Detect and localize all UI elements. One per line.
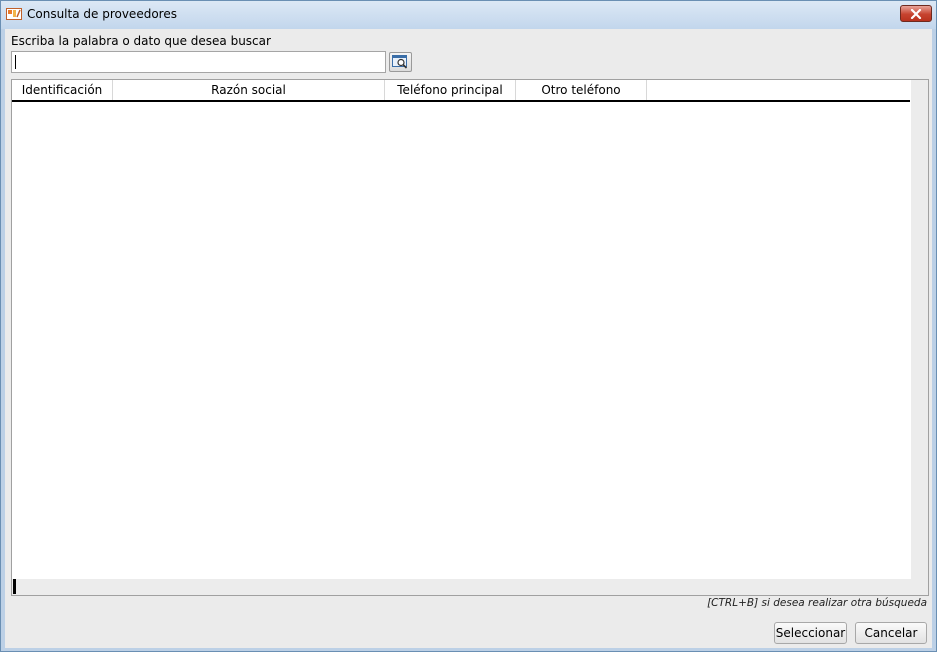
close-icon (910, 8, 922, 19)
row-indicator (13, 579, 16, 594)
results-table[interactable]: Identificación Razón social Teléfono pri… (11, 79, 929, 596)
vertical-scrollbar[interactable] (911, 80, 928, 595)
column-header-identificacion[interactable]: Identificación (12, 80, 113, 100)
dialog-window: Consulta de proveedores Escriba la palab… (0, 0, 937, 652)
search-button[interactable] (389, 52, 412, 72)
search-window-icon (392, 55, 408, 69)
select-button[interactable]: Seleccionar (774, 622, 847, 644)
cancel-button[interactable]: Cancelar (855, 622, 927, 644)
column-header-razon-social[interactable]: Razón social (113, 80, 385, 100)
column-header-otro-telefono[interactable]: Otro teléfono (516, 80, 647, 100)
close-button[interactable] (900, 5, 932, 22)
dialog-body: Escriba la palabra o dato que desea busc… (5, 29, 932, 648)
horizontal-scrollbar[interactable] (12, 579, 911, 595)
app-icon (6, 7, 22, 21)
text-cursor (15, 55, 16, 69)
column-header-telefono-principal[interactable]: Teléfono principal (385, 80, 516, 100)
window-title: Consulta de proveedores (27, 7, 177, 21)
search-input[interactable] (11, 51, 386, 73)
search-label: Escriba la palabra o dato que desea busc… (11, 34, 271, 48)
shortcut-hint: [CTRL+B] si desea realizar otra búsqueda (707, 597, 927, 609)
table-header: Identificación Razón social Teléfono pri… (12, 80, 910, 102)
title-bar[interactable]: Consulta de proveedores (1, 1, 936, 29)
